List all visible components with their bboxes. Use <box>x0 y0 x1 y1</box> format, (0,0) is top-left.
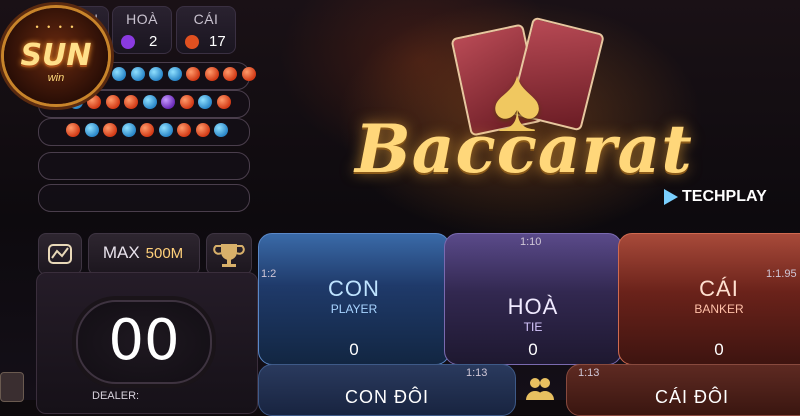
bead <box>130 67 145 81</box>
sunwin-logo: • • • • SUN win <box>4 8 108 104</box>
players-icon[interactable] <box>514 364 566 414</box>
bet-player[interactable]: CON PLAYER 0 <box>258 233 450 365</box>
bead <box>195 123 210 137</box>
bead <box>142 95 157 109</box>
bead-row-5 <box>38 184 250 212</box>
bet-player-pair-name: CON ĐÔI <box>344 387 429 407</box>
tie-dot-icon <box>121 35 135 49</box>
bet-player-sub: PLAYER <box>330 302 378 316</box>
trophy-button[interactable] <box>206 233 252 275</box>
bead <box>223 67 237 81</box>
banker-dot-icon <box>185 35 199 49</box>
bead-row-4 <box>38 152 250 180</box>
bet-banker-ratio: 1:1.95 <box>766 268 797 280</box>
bet-player-amount: 0 <box>349 340 359 359</box>
bet-player-name: CON <box>328 276 380 301</box>
bead <box>87 95 101 109</box>
bet-player-pair-ratio: 1:13 <box>466 367 488 379</box>
bet-banker[interactable]: CÁI BANKER 0 <box>618 233 800 365</box>
techplay-label: TECHPLAY <box>682 188 767 205</box>
bead <box>167 67 182 81</box>
max-value: 500M <box>145 244 184 262</box>
score-tie-count: 2 <box>149 33 158 50</box>
max-label: MAX <box>102 243 140 262</box>
bet-tie-name: HOÀ <box>507 294 559 319</box>
countdown-timer: 00 <box>76 300 212 384</box>
bead <box>84 123 99 137</box>
bet-tie-ratio: 1:10 <box>520 236 542 248</box>
bet-banker-sub: BANKER <box>694 302 744 316</box>
bet-banker-amount: 0 <box>714 340 724 359</box>
bet-tie[interactable]: HOÀ TIE 0 <box>444 233 622 365</box>
chart-icon <box>48 244 72 264</box>
score-banker-count: 17 <box>209 33 226 50</box>
chart-toggle-button[interactable] <box>38 233 82 275</box>
bet-banker-pair-ratio: 1:13 <box>578 367 600 379</box>
bead <box>112 67 126 81</box>
bead <box>214 123 228 137</box>
bead <box>204 67 219 81</box>
score-banker: CÁI 17 <box>176 6 236 54</box>
bead <box>103 123 117 137</box>
bet-tie-amount: 0 <box>528 340 538 359</box>
bead <box>121 123 136 137</box>
techplay-badge: TECHPLAY <box>660 184 775 210</box>
score-tie-label: HOÀ <box>126 11 158 27</box>
bead <box>66 123 80 137</box>
trophy-icon <box>213 244 245 267</box>
logo-text: SUN <box>20 38 92 73</box>
game-title: Baccarat <box>355 110 693 188</box>
bead <box>149 67 163 81</box>
bead <box>186 67 200 81</box>
bet-banker-pair[interactable]: CÁI ĐÔI <box>566 364 800 416</box>
menu-icon[interactable] <box>0 372 24 402</box>
dealer-label: DEALER: <box>92 390 140 402</box>
score-banker-label: CÁI <box>193 11 219 27</box>
bet-player-ratio: 1:2 <box>261 268 277 280</box>
max-bet: MAX 500M <box>88 233 198 273</box>
bead <box>198 95 212 109</box>
bead <box>124 95 138 109</box>
play-icon <box>664 189 678 205</box>
logo-ring: • • • • <box>35 22 77 32</box>
timer-value: 00 <box>108 308 180 373</box>
bead <box>241 67 256 81</box>
bead <box>161 95 175 109</box>
bet-tie-sub: TIE <box>523 320 543 334</box>
bead <box>158 123 173 137</box>
bead <box>179 95 194 109</box>
logo-subtext: win <box>47 72 65 84</box>
bead <box>140 123 154 137</box>
bead <box>216 95 231 109</box>
score-tie: HOÀ 2 <box>112 6 172 54</box>
bead <box>105 95 120 109</box>
bead <box>177 123 191 137</box>
bet-banker-pair-name: CÁI ĐÔI <box>654 387 729 407</box>
